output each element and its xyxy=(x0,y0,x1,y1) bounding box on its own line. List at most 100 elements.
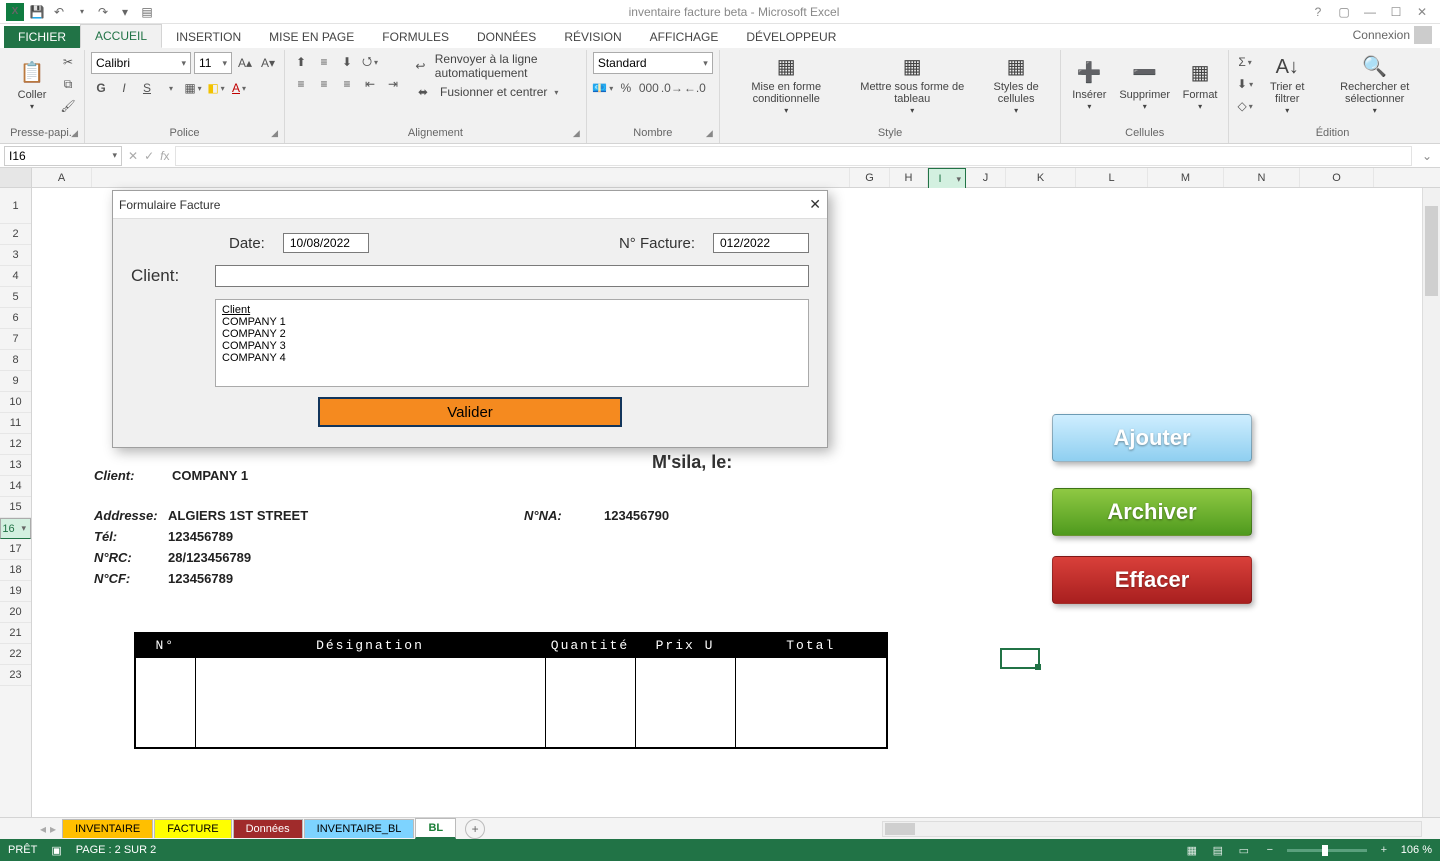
row-header[interactable]: 8 xyxy=(0,350,31,371)
row-header[interactable]: 21 xyxy=(0,623,31,644)
vertical-scrollbar[interactable] xyxy=(1422,188,1440,817)
row-header[interactable]: 10 xyxy=(0,392,31,413)
tab-nav-last-icon[interactable]: ▸ xyxy=(50,822,56,836)
tab-mise-en-page[interactable]: MISE EN PAGE xyxy=(255,26,368,48)
insert-button[interactable]: ➕Insérer▾ xyxy=(1067,52,1111,118)
qat-customize-icon[interactable]: ▾ xyxy=(116,3,134,21)
decrease-font-icon[interactable]: A▾ xyxy=(258,53,278,73)
enter-formula-icon[interactable]: ✓ xyxy=(144,149,154,163)
dialog-launcher-icon[interactable]: ◢ xyxy=(706,128,713,139)
formula-input[interactable] xyxy=(175,146,1411,166)
row-header[interactable]: 12 xyxy=(0,434,31,455)
comma-icon[interactable]: 000 xyxy=(639,78,659,98)
column-header[interactable]: N xyxy=(1224,168,1300,187)
sort-filter-button[interactable]: A↓Trier et filtrer▾ xyxy=(1259,52,1315,118)
tab-nav-first-icon[interactable]: ◂ xyxy=(40,822,46,836)
client-listbox[interactable]: Client COMPANY 1 COMPANY 2 COMPANY 3 COM… xyxy=(215,299,809,387)
row-header[interactable]: 3 xyxy=(0,245,31,266)
orientation-icon[interactable]: ⭯ xyxy=(360,52,380,72)
view-normal-icon[interactable]: ▦ xyxy=(1183,844,1201,857)
underline-dd-icon[interactable] xyxy=(160,78,180,98)
wrap-text-button[interactable]: ↩ Renvoyer à la ligne automatiquement xyxy=(413,52,580,80)
underline-icon[interactable]: S xyxy=(137,78,157,98)
view-page-layout-icon[interactable]: ▤ xyxy=(1209,844,1227,857)
sheet-tab-inventaire[interactable]: INVENTAIRE xyxy=(62,819,153,838)
bold-icon[interactable]: G xyxy=(91,78,111,98)
add-sheet-icon[interactable]: + xyxy=(465,819,485,839)
redo-icon[interactable]: ↷ xyxy=(94,3,112,21)
column-header[interactable]: A xyxy=(32,168,92,187)
view-page-break-icon[interactable]: ▭ xyxy=(1235,844,1253,857)
column-header[interactable] xyxy=(92,168,850,187)
cut-icon[interactable]: ✂ xyxy=(58,52,78,72)
tab-formules[interactable]: FORMULES xyxy=(368,26,463,48)
conditional-formatting-button[interactable]: ▦Mise en forme conditionnelle▾ xyxy=(726,52,847,118)
accounting-format-icon[interactable]: 💶 xyxy=(593,78,613,98)
zoom-in-icon[interactable]: + xyxy=(1375,844,1393,856)
align-center-icon[interactable]: ≡ xyxy=(314,74,334,94)
align-left-icon[interactable]: ≡ xyxy=(291,74,311,94)
row-header[interactable]: 17 xyxy=(0,539,31,560)
autosum-icon[interactable]: Σ xyxy=(1235,52,1255,72)
tab-donnees[interactable]: DONNÉES xyxy=(463,26,550,48)
column-header[interactable]: J xyxy=(966,168,1006,187)
macro-record-icon[interactable]: ▣ xyxy=(51,844,61,857)
dialog-launcher-icon[interactable]: ◢ xyxy=(71,128,78,139)
font-name-select[interactable]: Calibri xyxy=(91,52,191,74)
sheet-tab-inventaire-bl[interactable]: INVENTAIRE_BL xyxy=(304,819,415,838)
font-color-icon[interactable]: A xyxy=(229,78,249,98)
undo-icon[interactable]: ↶ xyxy=(50,3,68,21)
account-connexion[interactable]: Connexion xyxy=(1345,22,1440,48)
list-item[interactable]: COMPANY 2 xyxy=(222,328,802,340)
help-icon[interactable]: ? xyxy=(1306,5,1330,19)
fill-color-icon[interactable]: ◧ xyxy=(206,78,226,98)
effacer-button[interactable]: Effacer xyxy=(1052,556,1252,604)
row-header[interactable]: 16 xyxy=(0,518,31,539)
row-header[interactable]: 5 xyxy=(0,287,31,308)
column-header[interactable]: O xyxy=(1300,168,1374,187)
italic-icon[interactable]: I xyxy=(114,78,134,98)
indent-increase-icon[interactable]: ⇥ xyxy=(383,74,403,94)
column-header[interactable]: K xyxy=(1006,168,1076,187)
valider-button[interactable]: Valider xyxy=(318,397,622,427)
date-input[interactable] xyxy=(283,233,369,253)
format-as-table-button[interactable]: ▦Mettre sous forme de tableau▾ xyxy=(851,52,974,118)
align-top-icon[interactable]: ⬆ xyxy=(291,52,311,72)
font-size-select[interactable]: 11 xyxy=(194,52,232,74)
increase-font-icon[interactable]: A▴ xyxy=(235,53,255,73)
border-icon[interactable]: ▦ xyxy=(183,78,203,98)
formula-expand-icon[interactable]: ⌄ xyxy=(1418,149,1436,163)
format-button[interactable]: ▦Format▾ xyxy=(1178,52,1222,118)
align-right-icon[interactable]: ≡ xyxy=(337,74,357,94)
ribbon-display-icon[interactable]: ▢ xyxy=(1332,5,1356,19)
list-item[interactable]: COMPANY 4 xyxy=(222,352,802,364)
tab-insertion[interactable]: INSERTION xyxy=(162,26,255,48)
close-icon[interactable]: ✕ xyxy=(1410,5,1434,19)
increase-decimal-icon[interactable]: .0→ xyxy=(662,78,682,98)
tab-affichage[interactable]: AFFICHAGE xyxy=(636,26,733,48)
row-header[interactable]: 15 xyxy=(0,497,31,518)
num-facture-input[interactable] xyxy=(713,233,809,253)
row-header[interactable]: 9 xyxy=(0,371,31,392)
delete-button[interactable]: ➖Supprimer▾ xyxy=(1115,52,1174,118)
row-header[interactable]: 20 xyxy=(0,602,31,623)
row-header[interactable]: 7 xyxy=(0,329,31,350)
number-format-select[interactable]: Standard xyxy=(593,52,713,74)
column-header[interactable]: I xyxy=(928,168,966,190)
sheet-tab-donnees[interactable]: Données xyxy=(233,819,303,838)
list-item[interactable]: COMPANY 3 xyxy=(222,340,802,352)
row-header[interactable]: 6 xyxy=(0,308,31,329)
row-header[interactable]: 18 xyxy=(0,560,31,581)
zoom-level[interactable]: 106 % xyxy=(1401,844,1432,856)
sheet-tab-facture[interactable]: FACTURE xyxy=(154,819,231,838)
name-box[interactable]: I16▾ xyxy=(4,146,122,166)
clear-icon[interactable]: ◇ xyxy=(1235,96,1255,116)
dialog-launcher-icon[interactable]: ◢ xyxy=(271,128,278,139)
merge-center-button[interactable]: ⬌ Fusionner et centrer ▾ xyxy=(413,82,580,102)
row-header[interactable]: 22 xyxy=(0,644,31,665)
dialog-close-icon[interactable]: ✕ xyxy=(809,196,821,213)
select-all-corner[interactable] xyxy=(0,168,31,188)
fx-icon[interactable]: fx xyxy=(160,149,169,163)
qat-more-icon[interactable]: ▤ xyxy=(138,3,156,21)
cell-styles-button[interactable]: ▦Styles de cellules▾ xyxy=(978,52,1054,118)
